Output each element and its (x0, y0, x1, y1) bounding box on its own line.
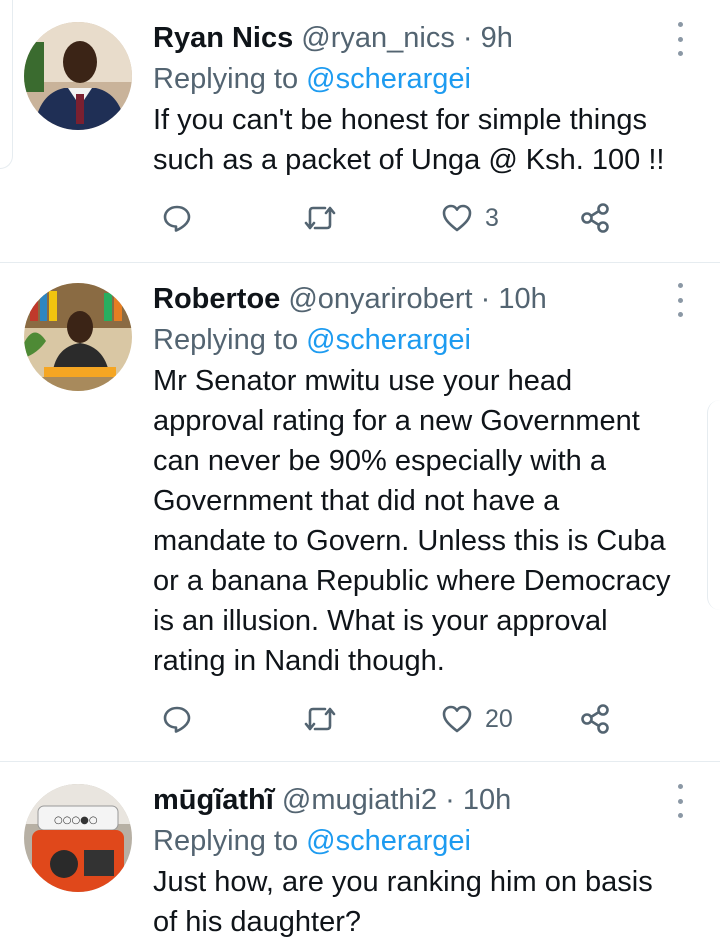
tweet-text: Mr Senator mwitu use your head approval … (153, 365, 671, 677)
retweet-button[interactable] (303, 699, 337, 739)
retweet-icon (304, 206, 336, 230)
heart-icon (442, 204, 472, 232)
tweet-text: If you can't be honest for simple things… (153, 104, 665, 176)
timestamp[interactable]: 10h (463, 784, 511, 816)
more-vertical-icon[interactable] (670, 283, 690, 317)
retweet-icon (304, 707, 336, 731)
reply-button[interactable] (161, 699, 193, 739)
replying-to-mention[interactable]: @scherargei (306, 324, 471, 356)
user-handle[interactable]: @onyarirobert (288, 283, 472, 315)
share-button[interactable] (579, 699, 611, 739)
tweet-actions: 20 (153, 699, 720, 739)
avatar[interactable] (24, 22, 132, 130)
timestamp[interactable]: 10h (498, 283, 546, 315)
heart-icon (442, 705, 472, 733)
replying-to-line: Replying to @scherargei (153, 60, 680, 98)
tweet-text: Just how, are you ranking him on basis o… (153, 866, 653, 938)
timestamp[interactable]: 9h (481, 22, 513, 54)
avatar[interactable]: ○○○●○ (24, 784, 132, 892)
replying-to-mention[interactable]: @scherargei (306, 825, 471, 857)
separator-dot: · (462, 22, 473, 54)
display-name[interactable]: Robertoe (153, 283, 280, 315)
tweet-header: Ryan Nics @ryan_nics · 9h (153, 20, 680, 56)
like-button[interactable]: 3 (441, 198, 499, 238)
reply-icon (163, 706, 191, 733)
svg-text:○○○●○: ○○○●○ (54, 815, 98, 826)
avatar[interactable] (24, 283, 132, 391)
share-icon (581, 203, 609, 233)
reply-button[interactable] (161, 198, 193, 238)
separator-dot: · (480, 283, 491, 315)
tweet-header: mūgĩathĩ @mugiathi2 · 10h (153, 782, 680, 818)
share-icon (581, 704, 609, 734)
replying-to-mention[interactable]: @scherargei (306, 63, 471, 95)
tweet-1[interactable]: Ryan Nics @ryan_nics · 9h Replying to @s… (0, 0, 720, 263)
replying-to-line: Replying to @scherargei (153, 321, 680, 359)
replying-to-label: Replying to (153, 324, 299, 356)
like-button[interactable]: 20 (441, 699, 513, 739)
tweet-2[interactable]: Robertoe @onyarirobert · 10h Replying to… (0, 263, 720, 762)
tweet-3[interactable]: ○○○●○ mūgĩathĩ @mugiathi2 · 10h Replying… (0, 762, 720, 946)
more-vertical-icon[interactable] (670, 22, 690, 56)
retweet-button[interactable] (303, 198, 337, 238)
replying-to-label: Replying to (153, 825, 299, 857)
like-count: 3 (485, 203, 499, 232)
reply-icon (163, 205, 191, 232)
display-name[interactable]: Ryan Nics (153, 22, 293, 54)
replying-to-line: Replying to @scherargei (153, 822, 680, 860)
share-button[interactable] (579, 198, 611, 238)
more-vertical-icon[interactable] (670, 784, 690, 818)
user-handle[interactable]: @mugiathi2 (282, 784, 437, 816)
replying-to-label: Replying to (153, 63, 299, 95)
separator-dot: · (445, 784, 455, 816)
tweet-header: Robertoe @onyarirobert · 10h (153, 281, 680, 317)
user-handle[interactable]: @ryan_nics (301, 22, 455, 54)
tweet-actions: 3 (153, 198, 720, 238)
display-name[interactable]: mūgĩathĩ (153, 784, 274, 816)
like-count: 20 (485, 704, 513, 733)
